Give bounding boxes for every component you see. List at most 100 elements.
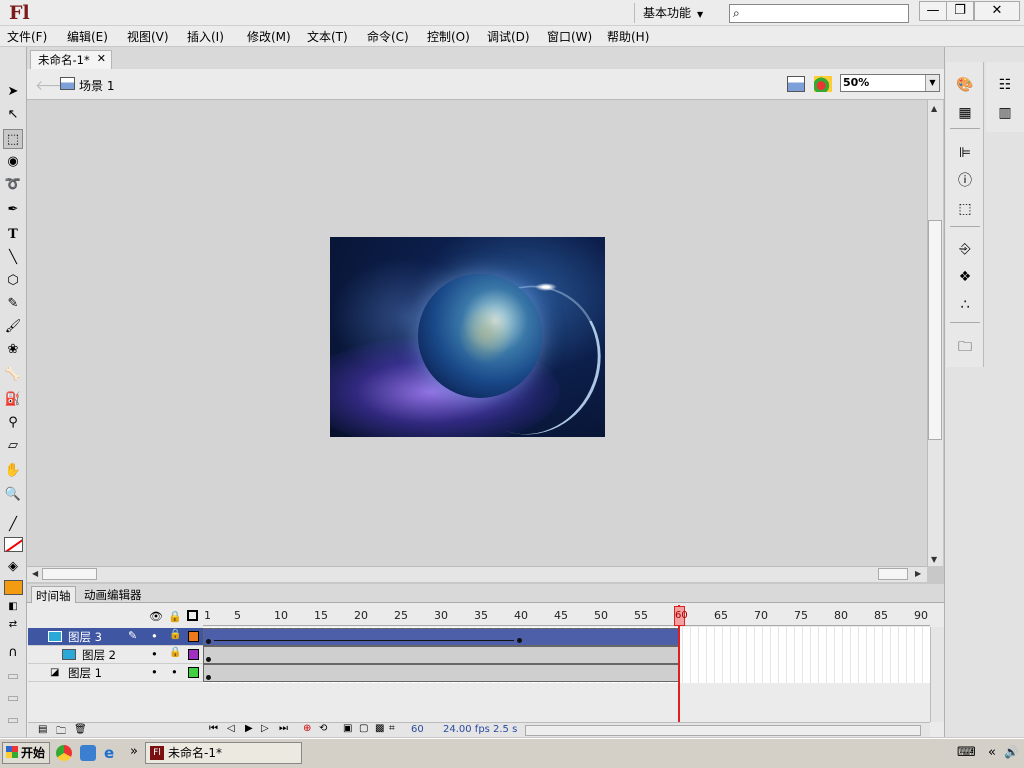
eraser-tool-icon[interactable]: ▱ (3, 436, 23, 456)
earth-space-image[interactable] (330, 237, 605, 437)
bone-tool-icon[interactable]: 🦴 (3, 365, 23, 385)
play-icon[interactable]: ▶ (245, 723, 253, 734)
polygon-tool-icon[interactable]: ⬡ (3, 271, 23, 291)
hand-tool-icon[interactable]: ✋ (3, 461, 23, 481)
edit-multiple-icon[interactable]: ▩ (375, 723, 384, 734)
menu-insert[interactable]: 插入(I) (187, 28, 224, 45)
taskbar-item-flash[interactable]: Fl 未命名-1* (145, 742, 302, 764)
more-quicklaunch[interactable]: » (130, 744, 138, 759)
restore-button[interactable]: ❐ (946, 1, 974, 21)
menu-text[interactable]: 文本(T) (307, 28, 348, 45)
fill-color-swatch[interactable] (4, 580, 23, 595)
frame-span-layer-1[interactable] (203, 664, 680, 682)
actions-panel-icon[interactable]: ⎆ (955, 240, 975, 258)
frame-rate[interactable]: 24.00 fps (443, 724, 490, 735)
scroll-right-icon[interactable]: ▶ (915, 569, 921, 578)
current-frame[interactable]: 60 (411, 724, 424, 735)
color-panel-icon[interactable]: 🎨 (955, 76, 975, 94)
menu-view[interactable]: 视图(V) (127, 28, 169, 45)
lock-icon[interactable]: 🔒 (168, 610, 182, 623)
zoom-tool-icon[interactable]: 🔍 (3, 485, 23, 505)
menu-commands[interactable]: 命令(C) (367, 28, 409, 45)
prev-frame-icon[interactable]: ◁ (227, 723, 235, 734)
vertical-scroll-thumb[interactable] (928, 220, 942, 440)
line-tool-icon[interactable]: ╲ (3, 248, 23, 268)
deco-tool-icon[interactable]: ❀ (3, 340, 23, 360)
components-panel-icon[interactable]: ❖ (955, 268, 975, 286)
onion-skin-icon[interactable]: ▣ (343, 723, 352, 734)
project-panel-icon[interactable]: 🗀 (955, 338, 975, 356)
eye-icon[interactable]: 👁 (149, 610, 163, 623)
align-panel-icon[interactable]: ⊫ (955, 144, 975, 162)
3d-rotation-tool-icon[interactable]: ◉ (3, 152, 23, 172)
library-panel-icon[interactable]: ▥ (995, 104, 1015, 122)
lock-icon[interactable]: 🔒 (169, 629, 181, 640)
free-transform-tool-icon[interactable]: ⬚ (3, 129, 23, 149)
brush-tool-icon[interactable]: 🖌 (3, 317, 23, 337)
chrome-icon[interactable] (56, 745, 72, 761)
option-icon[interactable]: ▭ (3, 711, 23, 731)
visibility-dot[interactable]: • (151, 629, 158, 643)
swatches-panel-icon[interactable]: ▦ (955, 104, 975, 122)
delete-layer-icon[interactable]: 🗑 (74, 724, 87, 735)
tab-timeline[interactable]: 时间轴 (31, 586, 76, 603)
layer-outline-color[interactable] (188, 631, 199, 642)
visibility-dot[interactable]: • (151, 647, 158, 661)
menu-edit[interactable]: 编辑(E) (67, 28, 108, 45)
menu-window[interactable]: 窗口(W) (547, 28, 592, 45)
layer-row-1[interactable]: ◪ 图层 1 • • (28, 664, 203, 682)
outline-icon[interactable] (187, 610, 198, 621)
onion-markers-icon[interactable]: ⌗ (389, 723, 395, 734)
next-frame-icon[interactable]: ▷ (261, 723, 269, 734)
scroll-left-icon[interactable]: ◀ (32, 569, 38, 578)
stage-horizontal-scrollbar[interactable] (27, 566, 927, 582)
selection-tool-icon[interactable]: ➤ (3, 82, 23, 102)
motion-presets-icon[interactable]: ∴ (955, 296, 975, 314)
menu-debug[interactable]: 调试(D) (487, 28, 530, 45)
zoom-select[interactable]: 50% ▼ (840, 74, 940, 92)
layer-name[interactable]: 图层 2 (82, 647, 116, 663)
transform-panel-icon[interactable]: ⬚ (955, 200, 975, 218)
layer-row-3[interactable]: 图层 3 ✎ • 🔒 (28, 628, 203, 646)
tray-expand-icon[interactable]: « (988, 745, 996, 760)
stroke-color-swatch[interactable] (4, 537, 23, 552)
tray-icon[interactable]: 🔊 (1004, 745, 1019, 759)
app-quicklaunch-icon[interactable] (80, 745, 96, 761)
swap-colors-icon[interactable]: ⇄ (3, 615, 23, 635)
menu-modify[interactable]: 修改(M) (247, 28, 291, 45)
frame-span-layer-2[interactable] (203, 646, 680, 664)
first-frame-icon[interactable]: ⏮ (209, 723, 218, 734)
lock-icon[interactable]: 🔒 (169, 647, 181, 658)
menu-control[interactable]: 控制(O) (427, 28, 470, 45)
black-white-icon[interactable]: ◧ (3, 597, 23, 617)
info-panel-icon[interactable]: ⓘ (955, 172, 975, 190)
new-layer-icon[interactable]: ▤ (38, 724, 47, 735)
center-frame-icon[interactable]: ⊕ (303, 723, 311, 734)
layer-name[interactable]: 图层 1 (68, 665, 102, 681)
last-frame-icon[interactable]: ⏭ (279, 723, 288, 734)
workspace-switcher[interactable]: 基本功能 ▼ (634, 3, 716, 23)
smooth-icon[interactable]: ▭ (3, 667, 23, 687)
scene-label[interactable]: 场景 1 (79, 77, 114, 94)
menu-help[interactable]: 帮助(H) (607, 28, 649, 45)
minimize-button[interactable]: — (919, 1, 947, 21)
properties-panel-icon[interactable]: ☷ (995, 76, 1015, 94)
pencil-tool-icon[interactable]: ✎ (3, 294, 23, 314)
lasso-tool-icon[interactable]: ➰ (3, 175, 23, 195)
straighten-icon[interactable]: ▭ (3, 689, 23, 709)
help-search-input[interactable]: ⌕ (729, 4, 909, 23)
tab-motion-editor[interactable]: 动画编辑器 (80, 586, 146, 603)
snap-magnet-icon[interactable]: ∩ (3, 643, 23, 663)
edit-scene-icon[interactable] (787, 76, 805, 92)
loop-icon[interactable]: ⟲ (319, 723, 327, 734)
horizontal-scroll-thumb[interactable] (42, 568, 97, 580)
eyedropper-tool-icon[interactable]: ⚲ (3, 413, 23, 433)
close-button[interactable]: ✕ (974, 1, 1020, 21)
close-icon[interactable]: ✕ (97, 52, 106, 65)
visibility-dot[interactable]: • (151, 665, 158, 679)
layer-outline-color[interactable] (188, 649, 199, 660)
layer-outline-color[interactable] (188, 667, 199, 678)
menu-file[interactable]: 文件(F) (7, 28, 47, 45)
playhead[interactable]: 60 (674, 606, 688, 626)
edit-symbols-icon[interactable] (814, 76, 832, 92)
